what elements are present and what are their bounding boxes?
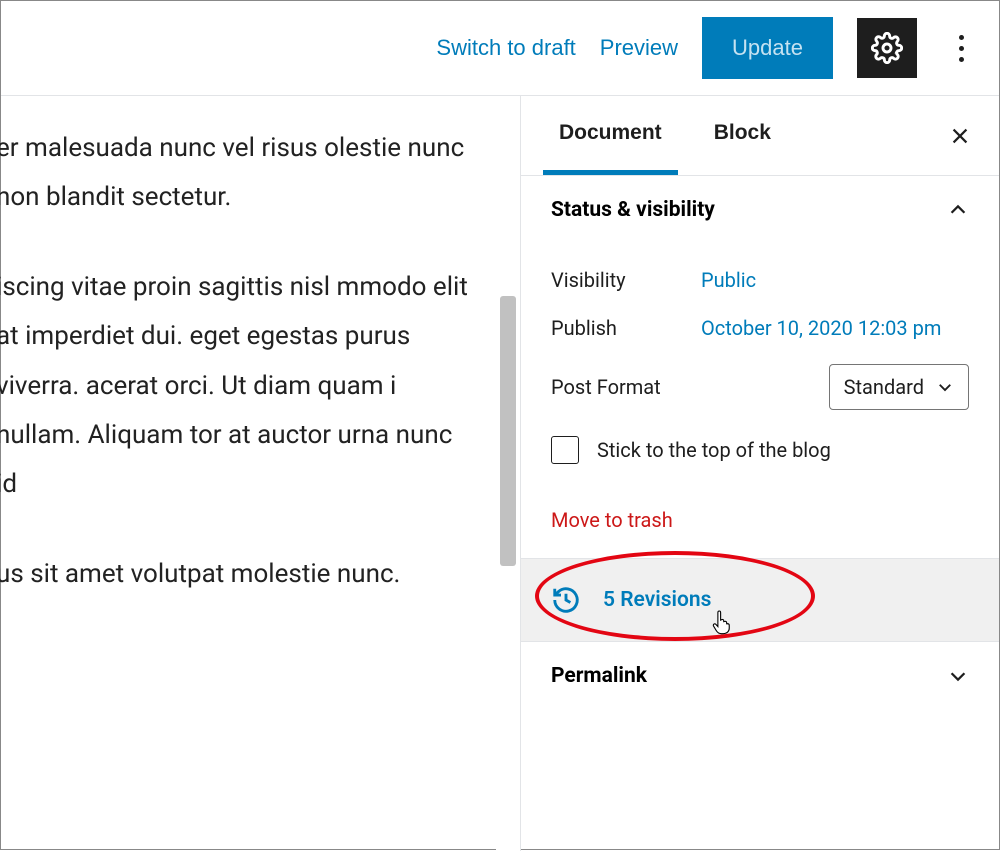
chevron-down-icon — [936, 378, 954, 396]
publish-value-button[interactable]: October 10, 2020 12:03 pm — [701, 316, 941, 340]
status-visibility-toggle[interactable]: Status & visibility — [521, 176, 999, 244]
editor-paragraph[interactable]: iscing vitae proin sagittis nisl mmodo e… — [0, 263, 476, 510]
post-format-row: Post Format Standard — [551, 364, 969, 410]
sidebar-tabs: Document Block — [521, 96, 999, 176]
dot-icon — [959, 35, 964, 40]
panel-title: Status & visibility — [551, 198, 715, 222]
tab-block[interactable]: Block — [698, 96, 787, 175]
visibility-label: Visibility — [551, 268, 701, 292]
update-button[interactable]: Update — [702, 17, 833, 79]
tab-document[interactable]: Document — [543, 96, 678, 175]
move-to-trash-button[interactable]: Move to trash — [551, 508, 673, 532]
gear-icon — [871, 32, 903, 64]
revisions-label: 5 Revisions — [603, 588, 711, 612]
scrollbar-thumb[interactable] — [500, 296, 516, 566]
publish-label: Publish — [551, 316, 701, 340]
dot-icon — [959, 46, 964, 51]
close-sidebar-button[interactable] — [943, 119, 977, 153]
settings-button[interactable] — [857, 18, 917, 78]
permalink-title: Permalink — [551, 664, 647, 688]
history-icon — [551, 585, 581, 615]
close-icon — [949, 125, 971, 147]
editor-paragraph[interactable]: us sit amet volutpat molestie nunc. — [0, 550, 476, 599]
visibility-value-button[interactable]: Public — [701, 268, 756, 292]
stick-top-row: Stick to the top of the blog — [551, 436, 969, 464]
post-format-label: Post Format — [551, 375, 701, 399]
dot-icon — [959, 57, 964, 62]
more-options-button[interactable] — [941, 18, 981, 78]
editor-paragraph[interactable]: er malesuada nunc vel risus olestie nunc… — [0, 124, 476, 223]
publish-row: Publish October 10, 2020 12:03 pm — [551, 316, 969, 340]
editor-topbar: Switch to draft Preview Update — [1, 1, 999, 96]
chevron-down-icon — [947, 665, 969, 687]
visibility-row: Visibility Public — [551, 268, 969, 292]
status-visibility-panel: Visibility Public Publish October 10, 20… — [521, 244, 999, 559]
settings-sidebar: Document Block Status & visibility Visib… — [520, 96, 999, 851]
stick-top-label: Stick to the top of the blog — [597, 438, 831, 462]
editor-scrollbar[interactable] — [496, 96, 520, 851]
chevron-up-icon — [947, 199, 969, 221]
cursor-pointer-icon — [711, 609, 733, 635]
revisions-button[interactable]: 5 Revisions — [521, 559, 999, 642]
permalink-toggle[interactable]: Permalink — [521, 642, 999, 710]
switch-to-draft-button[interactable]: Switch to draft — [436, 35, 575, 61]
post-format-value: Standard — [844, 375, 924, 399]
preview-button[interactable]: Preview — [600, 35, 678, 61]
editor-content[interactable]: er malesuada nunc vel risus olestie nunc… — [0, 96, 496, 851]
post-format-select[interactable]: Standard — [829, 364, 969, 410]
stick-top-checkbox[interactable] — [551, 436, 579, 464]
